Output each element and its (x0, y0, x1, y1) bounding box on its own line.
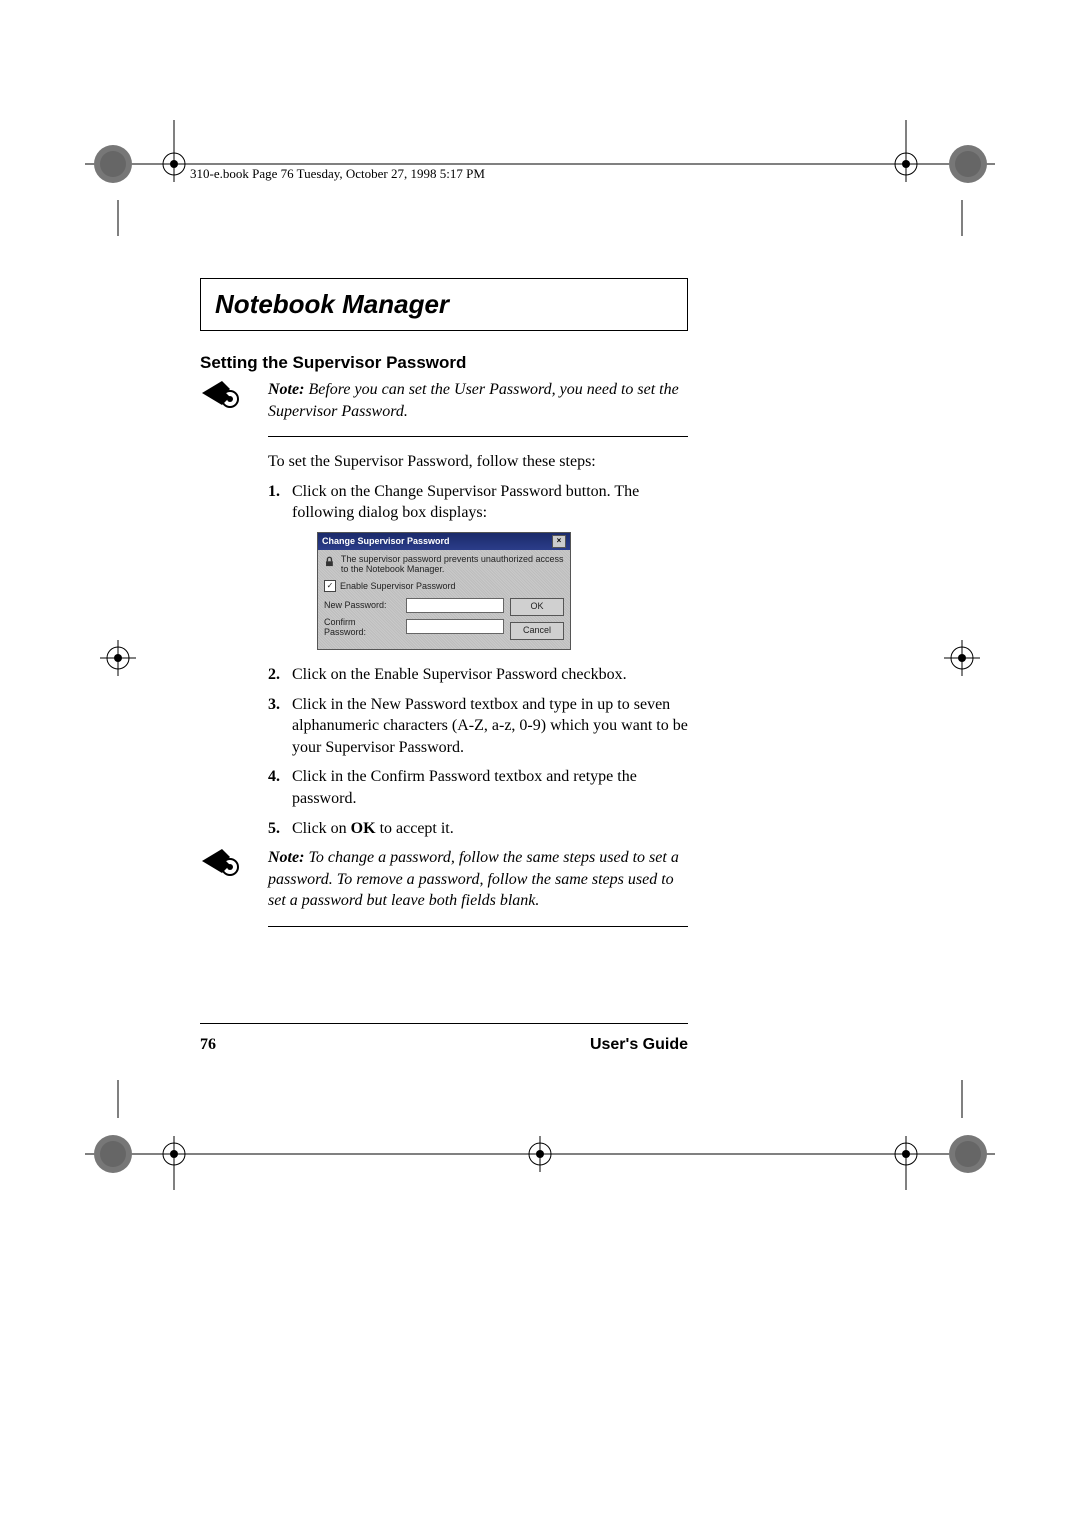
page-title: Notebook Manager (215, 289, 449, 319)
confirm-password-label: Confirm Password: (324, 617, 400, 637)
ok-button[interactable]: OK (510, 598, 564, 616)
note-text: To change a password, follow the same st… (268, 849, 679, 909)
page-footer: 76 User's Guide (200, 1036, 688, 1054)
close-icon[interactable]: × (552, 535, 566, 548)
new-password-label: New Password: (324, 600, 400, 610)
confirm-password-input[interactable] (406, 619, 504, 634)
step-number: 5. (268, 818, 292, 840)
list-item: 5. Click on OK to accept it. (268, 818, 688, 840)
step-number: 1. (268, 481, 292, 503)
dialog-window: Change Supervisor Password × The supervi… (317, 532, 571, 650)
note-block-2: Note: To change a password, follow the s… (200, 847, 688, 927)
step-text: Click on OK to accept it. (292, 818, 688, 840)
step-text: Click in the Confirm Password textbox an… (292, 766, 688, 809)
cancel-button[interactable]: Cancel (510, 622, 564, 640)
dialog-figure: Change Supervisor Password × The supervi… (317, 532, 571, 650)
step-number: 4. (268, 766, 292, 788)
ok-word: OK (351, 820, 376, 837)
step-number: 3. (268, 694, 292, 716)
lock-icon (324, 554, 335, 570)
step-list-cont: 2. Click on the Enable Supervisor Passwo… (268, 664, 688, 839)
new-password-input[interactable] (406, 598, 504, 613)
note-text: Before you can set the User Password, yo… (268, 381, 679, 420)
note-label: Note: (268, 849, 304, 866)
note-block-1: Note: Before you can set the User Passwo… (200, 379, 688, 437)
enable-supervisor-checkbox[interactable]: ✓ (324, 580, 336, 592)
dialog-titlebar: Change Supervisor Password × (318, 533, 570, 550)
list-item: 4. Click in the Confirm Password textbox… (268, 766, 688, 809)
step-list: 1. Click on the Change Supervisor Passwo… (268, 481, 688, 524)
list-item: 1. Click on the Change Supervisor Passwo… (268, 481, 688, 524)
content-column: Notebook Manager Setting the Supervisor … (200, 278, 688, 935)
step-text: Click on the Change Supervisor Password … (292, 481, 688, 524)
intro-paragraph: To set the Supervisor Password, follow t… (268, 451, 688, 473)
list-item: 2. Click on the Enable Supervisor Passwo… (268, 664, 688, 686)
dialog-title-text: Change Supervisor Password (322, 536, 450, 546)
eye-note-icon (200, 847, 244, 887)
step-text: Click on the Enable Supervisor Password … (292, 664, 688, 686)
step-number: 2. (268, 664, 292, 686)
note-label: Note: (268, 381, 304, 398)
page-number: 76 (200, 1036, 216, 1054)
footer-rule (200, 1023, 688, 1024)
title-box: Notebook Manager (200, 278, 688, 331)
running-header: 310-e.book Page 76 Tuesday, October 27, … (190, 166, 485, 182)
enable-supervisor-label: Enable Supervisor Password (340, 581, 456, 591)
list-item: 3. Click in the New Password textbox and… (268, 694, 688, 759)
dialog-info-text: The supervisor password prevents unautho… (341, 554, 564, 574)
guide-name: User's Guide (590, 1036, 688, 1054)
subsection-heading: Setting the Supervisor Password (200, 353, 688, 373)
step-text: Click in the New Password textbox and ty… (292, 694, 688, 759)
eye-note-icon (200, 379, 244, 419)
